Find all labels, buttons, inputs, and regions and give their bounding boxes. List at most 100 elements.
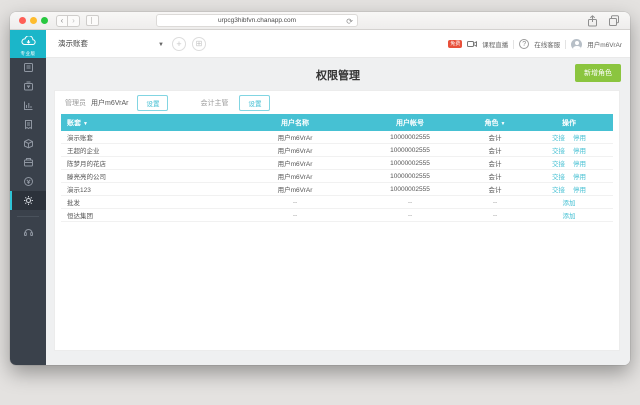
inventory-icon [23,138,34,149]
cloud-logo-icon [21,36,36,46]
cell-user-number: -- [355,212,465,219]
supervisor-settings-button[interactable]: 设置 [239,95,270,111]
action-link[interactable]: 停用 [573,174,586,181]
action-link[interactable]: 停用 [573,148,586,155]
add-role-button[interactable]: 新增角色 [575,64,621,82]
cell-role: -- [465,199,525,206]
avatar[interactable] [571,39,582,50]
sidebar-item-ledger[interactable] [10,58,46,77]
free-badge: 免费 [448,40,462,48]
account-set-value: 演示账套 [58,39,88,48]
action-link[interactable]: 停用 [573,187,586,194]
column-header-user-name: 用户名称 [235,118,355,128]
action-link[interactable]: 交接 [552,148,565,155]
live-course-link[interactable]: 课程直播 [482,39,508,49]
cell-user-number: 10000002555 [355,134,465,141]
cell-account-set: 批发 [61,197,235,207]
admin-settings-button[interactable]: 设置 [137,95,168,111]
address-bar[interactable]: urpcg3hibfvn.chanapp.com ⟳ [156,14,358,27]
cell-account-set: 滕亮亮的公司 [61,171,235,181]
admin-label: 管理员 [65,98,86,108]
chevron-down-icon[interactable]: ▼ [158,42,164,48]
add-account-set-button[interactable]: + [172,37,186,51]
address-bar-url: urpcg3hibfvn.chanapp.com [218,17,296,24]
sidebar-item-salary[interactable] [10,172,46,191]
cell-user-name: 用户m6VrAr [235,145,355,155]
sidebar-item-reports[interactable] [10,96,46,115]
table-row: 演示123用户m6VrAr10000002555会计交接停用 [61,183,613,196]
table-row: 滕亮亮的公司用户m6VrAr10000002555会计交接停用 [61,170,613,183]
cell-user-name: 用户m6VrAr [235,132,355,142]
cell-role: 会计 [465,158,525,168]
help-headset-icon [23,227,34,238]
permissions-card: 管理员 用户m6VrAr 设置 会计主管 设置 账套▼用户名称用户帐号角色▼操作… [54,90,620,351]
sort-caret-icon[interactable]: ▼ [83,121,88,127]
column-header-role[interactable]: 角色▼ [465,118,525,128]
table-row: 批发------添加 [61,196,613,209]
sidebar-nav [10,58,46,365]
video-camera-icon [467,40,477,48]
minimize-window-button[interactable] [30,17,37,24]
action-link[interactable]: 停用 [573,161,586,168]
column-header-user-number: 用户帐号 [355,118,465,128]
sidebar-item-assets[interactable] [10,153,46,172]
browser-window: ‹ › urpcg3hibfvn.chanapp.com ⟳ [10,12,630,365]
cell-account-set: 陈梦月的花店 [61,158,235,168]
cell-role: -- [465,212,525,219]
browser-sidebar-toggle[interactable] [86,15,99,26]
admin-username: 用户m6VrAr [91,98,128,108]
cell-account-set: 演示123 [61,184,235,194]
action-link[interactable]: 交接 [552,135,565,142]
close-window-button[interactable] [19,17,26,24]
cell-actions: 交接 停用 [525,171,613,181]
action-link[interactable]: 添加 [563,213,576,220]
sidebar-divider [17,216,39,217]
cell-user-name: -- [235,212,355,219]
sidebar-item-settings[interactable] [10,191,46,210]
cell-actions: 交接 停用 [525,132,613,142]
sidebar-item-cash[interactable] [10,77,46,96]
refresh-icon[interactable]: ⟳ [346,16,353,27]
column-header-account-set[interactable]: 账套▼ [61,118,235,128]
browser-forward-button[interactable]: › [68,15,80,27]
online-support-link[interactable]: 在线客服 [534,39,560,49]
action-link[interactable]: 交接 [552,174,565,181]
tab-overview-icon[interactable] [608,15,620,27]
divider [565,40,566,49]
salary-icon [23,176,34,187]
cell-actions: 添加 [525,210,613,220]
cell-account-set: 恒达集团 [61,210,235,220]
ledger-icon [23,62,34,73]
cell-account-set: 王超的企业 [61,145,235,155]
app-logo[interactable]: 专业版 [10,30,46,58]
sidebar-item-inventory[interactable] [10,134,46,153]
action-link[interactable]: 添加 [563,200,576,207]
table-body: 演示账套用户m6VrAr10000002555会计交接停用王超的企业用户m6Vr… [61,131,613,222]
cell-user-name: 用户m6VrAr [235,171,355,181]
main-content: 权限管理 新增角色 管理员 用户m6VrAr 设置 会计主管 设置 账套▼用户名… [46,58,630,365]
sidebar-item-invoice[interactable] [10,115,46,134]
table-header-row: 账套▼用户名称用户帐号角色▼操作 [61,114,613,131]
browser-back-button[interactable]: ‹ [56,15,68,27]
sort-caret-icon[interactable]: ▼ [501,121,506,127]
table-row: 演示账套用户m6VrAr10000002555会计交接停用 [61,131,613,144]
divider [513,40,514,49]
action-link[interactable]: 交接 [552,161,565,168]
cell-user-name: -- [235,199,355,206]
column-header-actions: 操作 [525,118,613,128]
apps-grid-button[interactable]: ⊞ [192,37,206,51]
username[interactable]: 用户m6VrAr [587,39,622,49]
supervisor-label: 会计主管 [200,98,228,108]
cell-user-name: 用户m6VrAr [235,184,355,194]
page-title: 权限管理 [46,67,630,83]
account-set-selector[interactable]: 演示账套 [58,30,166,58]
zoom-window-button[interactable] [41,17,48,24]
table-row: 恒达集团------添加 [61,209,613,222]
table-row: 王超的企业用户m6VrAr10000002555会计交接停用 [61,144,613,157]
action-link[interactable]: 停用 [573,135,586,142]
settings-gear-icon [23,195,34,206]
assets-icon [23,157,34,168]
share-icon[interactable] [587,15,598,27]
action-link[interactable]: 交接 [552,187,565,194]
sidebar-item-help[interactable] [10,223,46,242]
